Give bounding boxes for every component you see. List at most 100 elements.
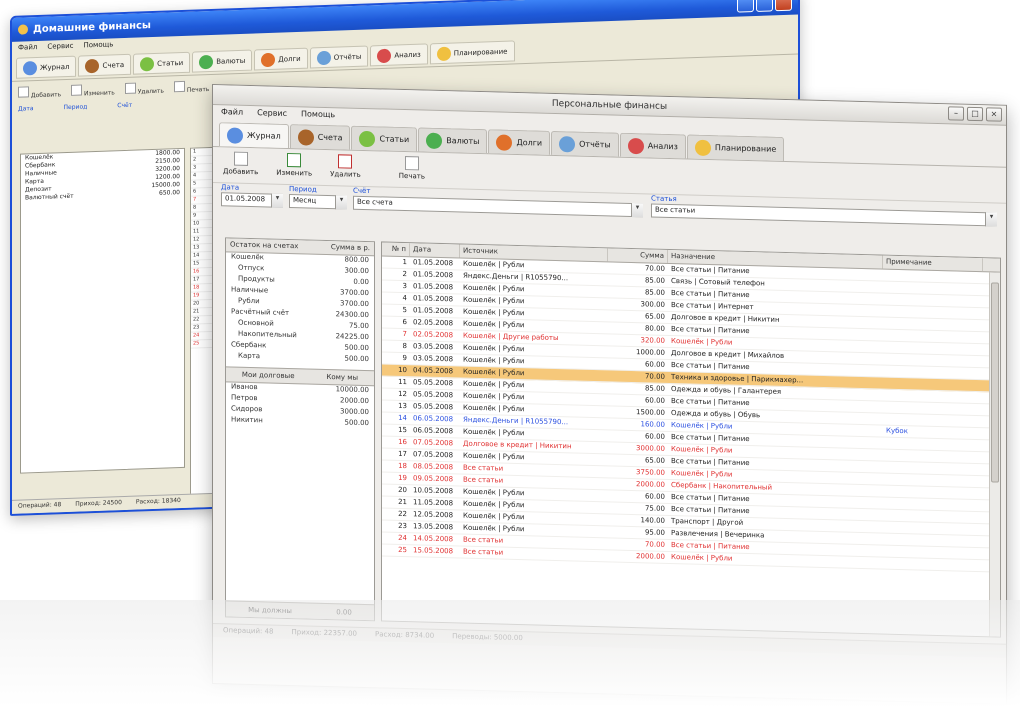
back-tab-2[interactable]: Статьи (133, 51, 191, 75)
back-tab-3[interactable]: Валюты (192, 49, 253, 73)
back-tab-0[interactable]: Журнал (16, 55, 77, 79)
col-date[interactable]: Дата (410, 243, 460, 258)
back-tab-6[interactable]: Анализ (370, 43, 428, 67)
cell-date: 07.05.2008 (413, 438, 454, 448)
menu-help[interactable]: Помощь (84, 40, 114, 51)
cell-note (883, 558, 983, 572)
cell-sum: 60.00 (644, 432, 665, 441)
calendar-icon[interactable]: ▾ (271, 193, 283, 208)
cell-date: 02.05.2008 (413, 330, 454, 340)
menu-file[interactable]: Файл (18, 43, 37, 54)
tab-2[interactable]: Статьи (351, 125, 418, 152)
grid-scrollbar[interactable] (989, 272, 1000, 638)
back-print-button[interactable]: Печать (173, 80, 209, 94)
cell-sum: 65.00 (644, 312, 665, 321)
close-icon[interactable] (775, 0, 792, 12)
close-icon[interactable]: × (986, 107, 1002, 122)
edit-icon (287, 152, 302, 168)
accounts-header-name[interactable]: Остаток на счетах (230, 240, 298, 251)
menu-help[interactable]: Помощь (301, 109, 335, 122)
back-add-button[interactable]: Добавить (18, 85, 61, 100)
cell-number: 21 (398, 497, 407, 507)
tab-0[interactable]: Журнал (219, 122, 289, 149)
cell-sum: 2000.00 (636, 552, 665, 561)
account-value: 0.00 (353, 277, 369, 287)
report-icon (559, 135, 576, 153)
col-note[interactable]: Примечание (883, 255, 983, 272)
chevron-down-icon[interactable]: ▾ (335, 195, 347, 210)
cell-number: 16 (398, 437, 407, 447)
account-value: 500.00 (344, 354, 370, 364)
tab-3[interactable]: Валюты (418, 127, 488, 154)
tab-5[interactable]: Отчёты (551, 130, 619, 157)
accounts-header-sum[interactable]: Сумма в р. (331, 243, 370, 253)
back-tab-1[interactable]: Счета (78, 53, 132, 77)
report-icon (316, 50, 331, 65)
account-value: 3700.00 (340, 288, 369, 298)
back-tab-label: Статьи (157, 58, 184, 68)
debts-tab-theirs[interactable]: Кому мы (326, 373, 358, 382)
debt-value: 500.00 (344, 418, 370, 428)
back-delete-button[interactable]: Удалить (124, 81, 164, 96)
chart-icon (377, 48, 392, 63)
cell-number: 12 (398, 389, 407, 399)
cell-number: 8 (402, 341, 407, 351)
chevron-down-icon[interactable]: ▾ (631, 202, 643, 218)
cell-sum: 75.00 (644, 504, 665, 513)
print-icon (404, 156, 419, 171)
cell-date: 01.05.2008 (413, 270, 454, 280)
debt-name: Петров (231, 393, 258, 403)
back-filter-period: Период (63, 103, 88, 112)
planning-icon (694, 139, 711, 156)
chevron-down-icon[interactable]: ▾ (985, 212, 997, 227)
menu-service[interactable]: Сервис (47, 42, 73, 53)
cell-sum: 60.00 (644, 396, 665, 405)
cell-number: 5 (402, 305, 407, 315)
cell-sum: 95.00 (644, 528, 665, 537)
back-tab-4[interactable]: Долги (254, 47, 308, 71)
debt-icon (261, 52, 276, 67)
print-icon (173, 80, 185, 92)
cell-date: 07.05.2008 (413, 450, 454, 460)
tab-4[interactable]: Долги (488, 129, 551, 155)
back-delete-label: Удалить (137, 87, 164, 96)
debts-tab-mine[interactable]: Мои долговые (242, 371, 295, 380)
minimize-icon[interactable] (737, 0, 754, 13)
tab-6[interactable]: Анализ (619, 132, 686, 159)
tab-7[interactable]: Планирование (686, 134, 785, 161)
maximize-icon[interactable] (756, 0, 773, 12)
cell-date: 14.05.2008 (413, 534, 454, 544)
currency-icon (426, 132, 443, 149)
print-button[interactable]: Печать (399, 156, 425, 184)
menu-service[interactable]: Сервис (257, 108, 287, 121)
scrollbar-thumb[interactable] (991, 282, 999, 483)
cell-date: 01.05.2008 (413, 282, 454, 292)
back-tab-label: Отчёты (333, 52, 362, 62)
add-button[interactable]: Добавить (223, 151, 258, 179)
operations-grid: № п Дата Источник Сумма Назначение Приме… (381, 241, 1001, 638)
cell-sum: 1000.00 (636, 348, 665, 357)
account-name: Кошелёк (231, 252, 264, 262)
debts-footer: Мы должны 0.00 (226, 600, 374, 621)
delete-button[interactable]: Удалить (330, 154, 361, 182)
debt-name: Сидоров (231, 404, 263, 414)
delete-label: Удалить (330, 170, 361, 179)
debt-name: Иванов (231, 382, 258, 392)
cell-date: 08.05.2008 (413, 462, 454, 472)
tab-label: Анализ (647, 141, 678, 152)
col-number[interactable]: № п (382, 242, 410, 257)
back-edit-button[interactable]: Изменить (71, 83, 115, 98)
cell-date: 02.05.2008 (413, 318, 454, 328)
edit-button[interactable]: Изменить (276, 152, 313, 181)
maximize-icon[interactable]: □ (967, 106, 983, 122)
menu-file[interactable]: Файл (221, 107, 243, 120)
add-icon (18, 85, 29, 98)
tab-1[interactable]: Счета (289, 124, 351, 150)
cell-date: 04.05.2008 (413, 366, 454, 376)
col-sum[interactable]: Сумма (608, 248, 668, 263)
back-tab-7[interactable]: Планирование (429, 40, 515, 65)
account-value: 300.00 (344, 266, 370, 276)
back-tab-5[interactable]: Отчёты (309, 45, 369, 69)
minimize-icon[interactable]: – (948, 106, 964, 121)
edit-label: Изменить (276, 168, 313, 178)
